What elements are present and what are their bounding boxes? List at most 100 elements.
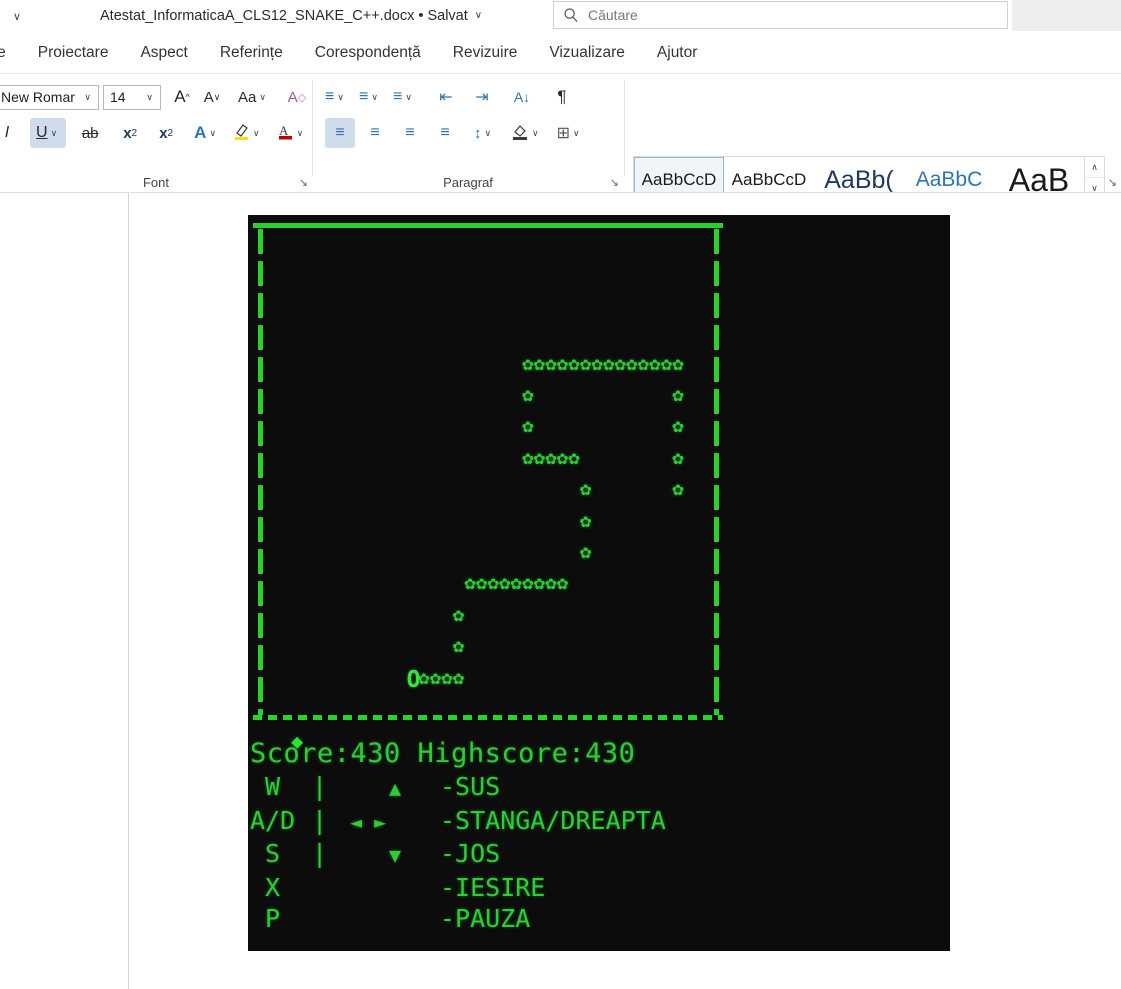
italic-label: I [4,124,10,141]
chevron-down-icon: ∨ [573,127,580,138]
tab-desen-clipped[interactable]: re [0,31,22,74]
style-preview: AaBbC [915,168,983,191]
ribbon-group-paragraph: ≡ ∨ ≡ ∨ ≡ ∨ ⇤ ⇥ A↓ ¶ ≡ ≡ ≡ ≡ ↕ ∨ ∨ ⊞ ∨ P… [313,74,623,192]
decrease-indent-button[interactable]: ⇤ [431,82,461,112]
document-title-area: Atestat_InformaticaA_CLS12_SNAKE_C++.doc… [100,0,482,31]
increase-indent-button[interactable]: ⇥ [467,82,497,112]
control-key: S [250,839,281,868]
align-center-button[interactable]: ≡ [360,118,390,148]
clear-formatting-button[interactable]: A ◇ [282,82,312,112]
ribbon: New Romar ∨ 14 ∨ A ^ A ∨ Aa ∨ A ◇ I U ∨ … [0,74,1121,220]
borders-button[interactable]: ⊞ ∨ [554,118,586,148]
show-formatting-marks-button[interactable]: ¶ [547,82,577,112]
shrink-font-label: A [203,88,214,106]
chevron-down-icon: ∨ [532,127,539,138]
increase-indent-icon: ⇥ [475,89,489,106]
sort-button[interactable]: A↓ [507,82,537,112]
ribbon-group-font: New Romar ∨ 14 ∨ A ^ A ∨ Aa ∨ A ◇ I U ∨ … [0,74,312,192]
paragraph-group-label: Paragraf [443,175,493,190]
tab-referinte[interactable]: Referințe [204,31,299,74]
strikethrough-button[interactable]: ab [75,118,105,148]
snake-head: O [406,666,421,693]
tab-proiectare[interactable]: Proiectare [22,31,125,74]
tab-vizualizare[interactable]: Vizualizare [533,31,641,74]
board-left-wall [258,229,263,715]
italic-button[interactable]: I [0,118,22,148]
underline-button[interactable]: U ∨ [30,118,67,148]
snake-body-segment: ✿ [499,572,511,595]
font-name-combo[interactable]: New Romar ∨ [0,84,99,110]
snake-body-segment: ✿ [637,352,650,375]
snake-body-segment: ✿ [475,572,488,595]
chevron-down-icon: ∨ [337,91,344,102]
line-spacing-button[interactable]: ↕ ∨ [469,118,499,148]
font-row-top: New Romar ∨ 14 ∨ A ^ A ∨ Aa ∨ A ◇ [0,82,312,112]
search-box[interactable]: Căutare [553,1,1008,29]
style-preview: AaBb( [824,165,894,194]
snake-body-segment: ✿ [579,478,592,501]
control-pipe: | [312,772,328,801]
change-case-label: Aa [238,88,257,106]
align-left-button[interactable]: ≡ [325,118,355,148]
document-canvas[interactable]: ✿ ✿ ✿ ✿ ✿ ✿ ✿ ✿ ✿ ✿ ✿ ✿ ✿ ✿ ✿ ✿ ✿ ✿ ✿ ✿ ✿ ✿ ✿ ✿ ✿ ✿ ✿ ✿ ✿ ✿ ✿ ✿ ✿ ✿ ✿ ✿ ✿ ✿ ✿ ✿… [0,193,1121,989]
font-dialog-launcher[interactable]: ↘ [299,176,308,189]
snake-body-segment: ✿ [568,352,580,375]
snake-body-segment: ✿ [545,572,557,595]
chevron-down-icon: ∨ [371,91,378,102]
borders-icon: ⊞ [556,125,570,142]
control-arrow-icon: ▼ [388,843,402,867]
board-right-wall [714,229,719,715]
snake-body-segment: ✿ [579,541,592,563]
align-right-button[interactable]: ≡ [395,118,425,148]
snake-body-segment: ✿ [591,352,603,375]
chevron-down-icon: ∨ [84,91,91,102]
document-title: Atestat_InformaticaA_CLS12_SNAKE_C++.doc… [100,7,468,24]
titlebar-right-region [1012,0,1121,31]
multilevel-list-button[interactable]: ≡ ∨ [389,82,419,112]
font-size-combo[interactable]: 14 ∨ [103,84,161,110]
text-effects-button[interactable]: A ∨ [191,118,222,148]
bullets-button[interactable]: ≡ ∨ [321,82,351,112]
superscript-button[interactable]: x 2 [151,118,181,148]
shading-button[interactable]: ∨ [508,118,545,148]
font-size-value: 14 [110,89,126,105]
paragraph-dialog-launcher[interactable]: ↘ [610,176,619,189]
font-color-button[interactable]: A ∨ [274,118,310,148]
snake-body-segment: ✿ [626,352,638,375]
underline-label: U [36,124,48,141]
justify-button[interactable]: ≡ [430,118,460,148]
subscript-button[interactable]: x 2 [115,118,145,148]
numbering-button[interactable]: ≡ ∨ [355,82,385,112]
shrink-font-button[interactable]: A ∨ [197,82,227,112]
superscript-label: x [159,124,168,142]
tab-aspect[interactable]: Aspect [124,31,203,74]
control-row: P -PAUZA [250,903,948,935]
snake-body-segment: ✿ [464,572,476,595]
control-key: A/D [250,805,296,835]
snake-body-segment: ✿ [556,572,569,595]
styles-dialog-launcher[interactable]: ↘ [1108,176,1117,189]
search-placeholder: Căutare [588,7,638,23]
control-key: P [250,904,281,933]
change-case-button[interactable]: Aa ∨ [235,82,272,112]
grow-font-label: A [174,87,186,106]
snake-body-segment: ✿ [545,446,557,469]
highlight-button[interactable]: ∨ [230,118,266,148]
title-chevron-down-icon[interactable]: ∨ [475,10,482,21]
control-row: S | ▼ -JOS [250,838,948,872]
quick-access-chevron-icon[interactable]: ∨ [6,6,28,26]
board-bottom-border [253,715,723,720]
shading-icon [511,122,529,145]
snake-body-segment: ✿ [522,352,534,375]
tab-corespondenta[interactable]: Corespondență [299,31,437,74]
tab-ajutor[interactable]: Ajutor [641,31,714,74]
paragraph-row-bottom: ≡ ≡ ≡ ≡ ↕ ∨ ∨ ⊞ ∨ [325,118,586,148]
snake-body-segment: ✿ [522,415,534,438]
ribbon-tabstrip: re Proiectare Aspect Referințe Corespond… [0,31,1121,74]
snake-body-segment: ✿ [429,666,442,689]
snake-body-segment: ✿ [672,415,684,438]
gallery-scroll-up-button[interactable]: ∧ [1085,157,1104,177]
decrease-indent-icon: ⇤ [439,89,453,106]
grow-font-button[interactable]: A ^ [167,82,197,112]
tab-revizuire[interactable]: Revizuire [437,31,534,74]
